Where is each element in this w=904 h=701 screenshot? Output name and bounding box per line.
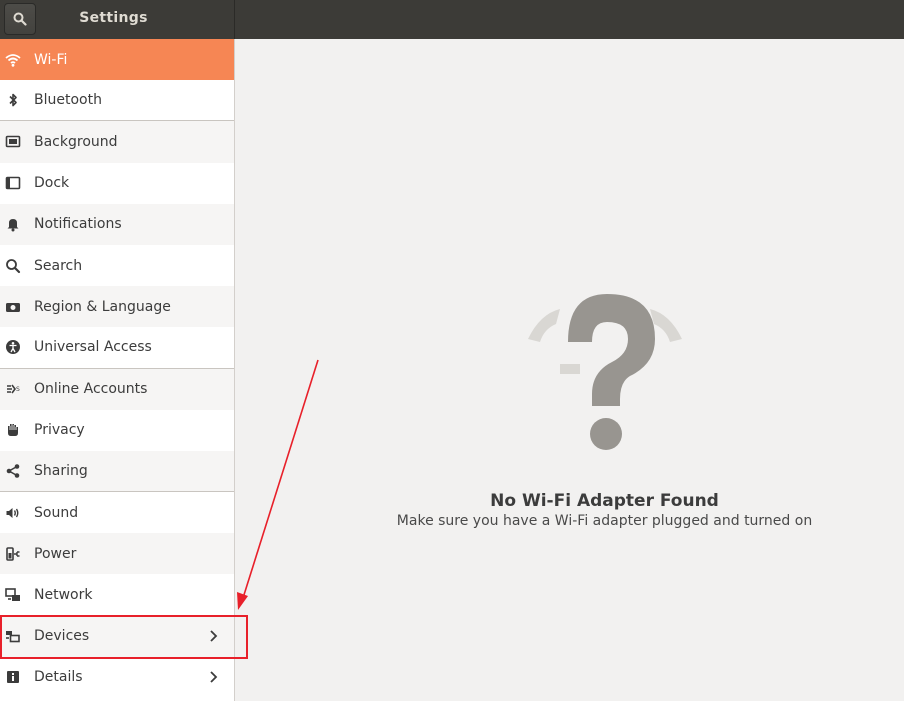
sidebar-item-label: Bluetooth — [34, 92, 102, 109]
header-bar: Settings — [0, 0, 904, 39]
accessibility-icon — [5, 339, 21, 355]
svg-text:S: S — [16, 386, 20, 393]
sidebar: Wi-Fi Bluetooth Background Dock Notifica… — [0, 39, 235, 701]
sidebar-item-sharing[interactable]: Sharing — [0, 450, 234, 493]
sidebar-item-label: Dock — [34, 175, 70, 192]
search-icon — [5, 258, 21, 274]
sidebar-item-label: Region & Language — [34, 298, 171, 315]
sidebar-item-region-language[interactable]: Region & Language — [0, 286, 234, 328]
sidebar-item-label: Wi-Fi — [34, 51, 68, 68]
sidebar-item-online-accounts[interactable]: S Online Accounts — [0, 368, 234, 410]
sidebar-item-wifi[interactable]: Wi-Fi — [0, 39, 234, 81]
empty-state-title: No Wi-Fi Adapter Found — [490, 491, 719, 511]
sidebar-item-network[interactable]: Network — [0, 574, 234, 615]
sidebar-item-search[interactable]: Search — [0, 245, 234, 286]
speaker-icon — [5, 505, 21, 521]
sidebar-item-privacy[interactable]: Privacy — [0, 410, 234, 451]
bluetooth-icon — [5, 92, 21, 108]
sidebar-item-details[interactable]: Details — [0, 657, 234, 698]
sidebar-item-bluetooth[interactable]: Bluetooth — [0, 80, 234, 122]
sidebar-item-label: Search — [34, 257, 83, 274]
sidebar-item-label: Background — [34, 133, 118, 150]
main-panel: No Wi-Fi Adapter Found Make sure you hav… — [235, 39, 904, 701]
online-accounts-icon: S — [5, 381, 21, 397]
sidebar-item-label: Universal Access — [34, 339, 152, 356]
window-title: Settings — [79, 10, 148, 26]
power-icon — [5, 546, 21, 562]
sidebar-item-label: Privacy — [34, 422, 85, 439]
background-icon — [5, 134, 21, 150]
dock-icon — [5, 175, 21, 191]
empty-state-subtitle: Make sure you have a Wi-Fi adapter plugg… — [396, 513, 813, 529]
sidebar-item-label: Network — [34, 587, 93, 604]
chevron-right-icon — [210, 671, 218, 684]
wifi-icon — [5, 52, 21, 68]
sidebar-item-background[interactable]: Background — [0, 121, 234, 163]
camera-icon — [5, 299, 21, 315]
hand-icon — [5, 422, 21, 438]
header-sidebar-section: Settings — [0, 0, 235, 39]
sidebar-item-label: Notifications — [34, 216, 122, 233]
question-mark-icon — [528, 294, 682, 450]
sidebar-item-label: Details — [34, 669, 83, 686]
bell-icon — [5, 216, 21, 232]
annotation-highlight-box — [0, 615, 248, 659]
sidebar-item-label: Sound — [34, 504, 79, 521]
sidebar-item-label: Power — [34, 545, 77, 562]
share-icon — [5, 463, 21, 479]
sidebar-item-label: Sharing — [34, 462, 88, 479]
sidebar-item-universal-access[interactable]: Universal Access — [0, 327, 234, 369]
header-content-section — [235, 0, 904, 39]
sidebar-item-dock[interactable]: Dock — [0, 163, 234, 204]
sidebar-item-notifications[interactable]: Notifications — [0, 203, 234, 245]
network-icon — [5, 587, 21, 603]
sidebar-item-power[interactable]: Power — [0, 533, 234, 575]
info-icon — [5, 669, 21, 685]
sidebar-item-sound[interactable]: Sound — [0, 492, 234, 533]
sidebar-item-label: Online Accounts — [34, 381, 148, 398]
